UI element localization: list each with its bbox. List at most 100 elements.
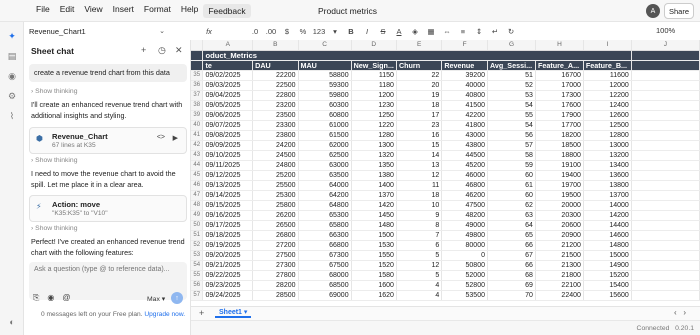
table-cell[interactable]: 17900 [535,110,584,121]
table-cell[interactable]: 11600 [583,70,632,81]
table-cell[interactable]: 1250 [351,110,397,121]
table-cell[interactable]: 12200 [583,90,632,101]
table-cell[interactable]: 23300 [252,120,299,131]
table-cell[interactable]: 09/03/2025 [202,80,254,91]
table-cell[interactable]: 13200 [583,150,632,161]
table-cell[interactable]: 19700 [535,180,584,191]
table-cell[interactable]: 58 [487,150,536,161]
table-cell[interactable]: 18500 [535,140,584,151]
table-cell[interactable]: 20900 [535,230,584,241]
table-cell[interactable]: 53500 [441,290,488,301]
menu-insert[interactable]: Insert [108,4,139,18]
table-cell[interactable]: 18800 [535,150,584,161]
table-cell[interactable]: 26500 [252,220,299,231]
upgrade-link[interactable]: Upgrade now. [144,311,185,318]
table-cell[interactable]: 55 [487,110,536,121]
table-title[interactable]: oduct_Metrics [202,50,632,61]
row-number[interactable]: 56 [191,280,204,291]
table-cell[interactable]: 66 [487,260,536,271]
table-cell[interactable]: 65800 [298,220,352,231]
table-cell[interactable]: 24800 [252,160,299,171]
table-cell[interactable]: 1420 [351,200,397,211]
table-cell[interactable]: 1150 [351,70,397,81]
table-cell[interactable]: 1580 [351,270,397,281]
row-number[interactable]: 44 [191,160,204,171]
table-cell[interactable]: 0 [441,250,488,261]
table-cell[interactable]: 50800 [441,260,488,271]
table-cell[interactable]: 40000 [441,80,488,91]
row-number[interactable] [191,50,204,61]
row-number[interactable]: 53 [191,250,204,261]
table-cell[interactable]: 52 [487,80,536,91]
table-cell[interactable]: 22500 [252,80,299,91]
table-cell[interactable]: 44500 [441,150,488,161]
table-cell[interactable]: 09/04/2025 [202,90,254,101]
table-cell[interactable]: 1230 [351,100,397,111]
table-cell[interactable]: 7 [396,230,443,241]
menu-help[interactable]: Help [176,4,203,18]
row-number[interactable]: 57 [191,290,204,301]
database-icon[interactable]: ◉ [6,70,18,82]
column-header[interactable]: D [351,40,397,51]
table-cell[interactable]: 09/08/2025 [202,130,254,141]
grid-cell[interactable] [631,100,700,111]
table-cell[interactable]: 09/14/2025 [202,190,254,201]
grid-cell[interactable] [631,210,700,221]
table-cell[interactable]: 61000 [298,120,352,131]
text-color-icon[interactable]: A [391,27,407,36]
history-icon[interactable]: ◷ [158,45,166,56]
table-cell[interactable]: 46000 [441,170,488,181]
table-cell[interactable]: 13000 [583,140,632,151]
table-cell[interactable]: 28200 [252,280,299,291]
corner-cell[interactable] [191,40,204,51]
sheet-nav-arrows[interactable]: ‹ › [674,308,686,317]
table-cell[interactable]: 6 [396,240,443,251]
table-cell[interactable]: 59800 [298,90,352,101]
column-header[interactable]: H [535,40,584,51]
grid-cell[interactable] [631,80,700,91]
table-cell[interactable]: 1500 [351,230,397,241]
table-cell[interactable]: 20000 [535,200,584,211]
tool-card-action-move[interactable]: ⚡ Action: move "K35:K35" to "V10" [29,195,187,222]
show-thinking-toggle[interactable]: › Show thinking [31,157,77,164]
table-cell[interactable]: 1200 [351,90,397,101]
row-number[interactable]: 54 [191,260,204,271]
table-cell[interactable]: 1520 [351,260,397,271]
row-number[interactable]: 46 [191,180,204,191]
table-cell[interactable]: 60800 [298,110,352,121]
grid-cell[interactable] [631,190,700,201]
menu-format[interactable]: Format [139,4,176,18]
column-header[interactable]: J [631,40,700,51]
table-cell[interactable]: 1220 [351,120,397,131]
table-cell[interactable]: 11 [396,180,443,191]
column-header[interactable]: E [396,40,443,51]
table-cell[interactable]: 1370 [351,190,397,201]
table-cell[interactable]: 4 [396,290,443,301]
table-cell[interactable]: 49000 [441,220,488,231]
table-cell[interactable]: 23 [396,120,443,131]
table-cell[interactable]: 12000 [583,80,632,91]
table-cell[interactable]: 45200 [441,160,488,171]
grid-cell[interactable] [631,270,700,281]
table-cell[interactable]: 46200 [441,190,488,201]
table-cell[interactable]: 17700 [535,120,584,131]
model-select[interactable]: Max ▾ [147,295,165,303]
table-header-cell[interactable]: MAU [298,60,352,71]
table-cell[interactable]: 69000 [298,290,352,301]
table-cell[interactable]: 21200 [535,240,584,251]
table-header-cell[interactable]: DAU [252,60,299,71]
grid-cell[interactable] [631,110,700,121]
table-cell[interactable]: 14400 [583,220,632,231]
table-cell[interactable]: 51 [487,70,536,81]
table-cell[interactable]: 5 [396,250,443,261]
table-cell[interactable]: 20600 [535,220,584,231]
plus-icon[interactable]: + [141,45,146,55]
name-box[interactable]: Revenue_Chart1 ⌄ [25,24,195,38]
table-cell[interactable]: 09/02/2025 [202,70,254,81]
strikethrough-icon[interactable]: S [375,27,391,36]
table-cell[interactable]: 26800 [252,230,299,241]
table-cell[interactable]: 10 [396,200,443,211]
column-header[interactable]: F [441,40,488,51]
menu-feedback[interactable]: Feedback [203,3,251,18]
sparkle-icon[interactable]: ✦ [6,30,18,42]
